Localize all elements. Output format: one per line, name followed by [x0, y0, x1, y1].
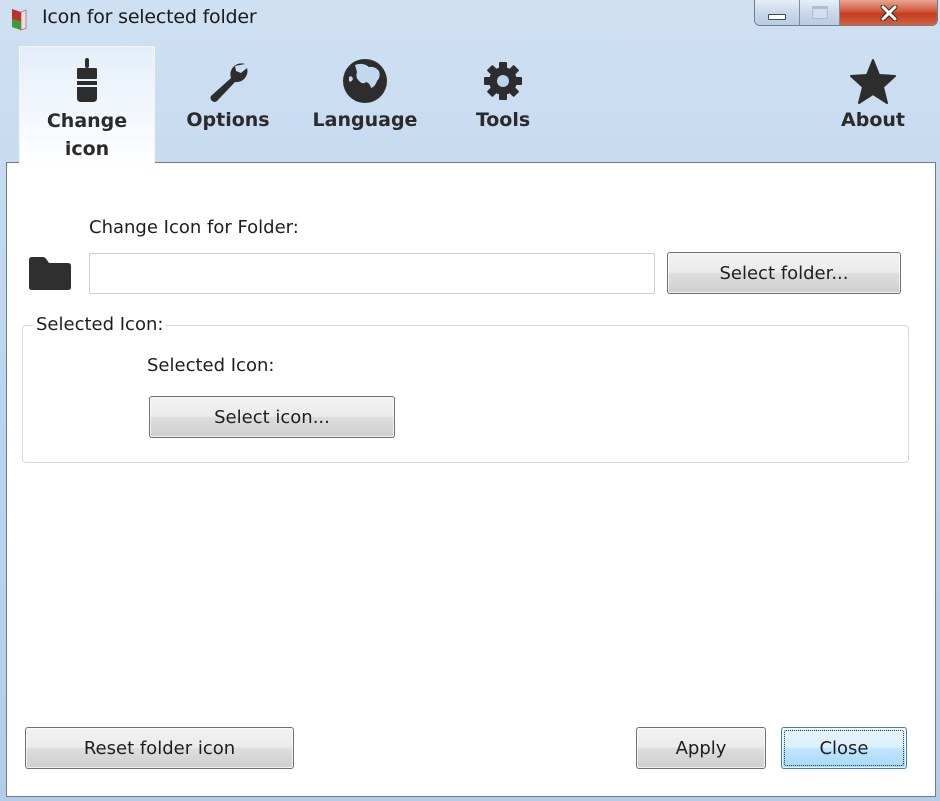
- minimize-icon: [768, 13, 786, 20]
- tab-label: About: [841, 109, 905, 131]
- folder-icon: [29, 257, 71, 290]
- window-title: Icon for selected folder: [42, 6, 257, 28]
- maximize-button[interactable]: [800, 0, 840, 25]
- wrench-icon: [203, 56, 253, 106]
- selected-icon-label: Selected Icon:: [147, 355, 275, 376]
- toolbar: Change icon Options Language Tools About: [0, 44, 940, 166]
- title-bar[interactable]: Icon for selected folder: [0, 0, 940, 36]
- tab-about[interactable]: About: [813, 44, 933, 162]
- globe-icon: [340, 56, 390, 106]
- group-title: Selected Icon:: [33, 314, 167, 335]
- folder-path-input[interactable]: [89, 253, 655, 294]
- selected-icon-group: [22, 325, 909, 463]
- tab-options[interactable]: Options: [168, 44, 288, 162]
- select-icon-button[interactable]: Select icon...: [149, 396, 395, 438]
- tab-language[interactable]: Language: [305, 44, 425, 162]
- close-window-button[interactable]: [840, 0, 937, 25]
- reset-folder-icon-button[interactable]: Reset folder icon: [25, 727, 294, 769]
- close-button[interactable]: Close: [781, 727, 907, 769]
- tab-label: Language: [312, 109, 418, 131]
- close-button-label: Close: [819, 737, 869, 759]
- apply-button[interactable]: Apply: [636, 727, 766, 769]
- paintbrush-icon: [62, 55, 112, 105]
- minimize-button[interactable]: [755, 0, 800, 25]
- folder-label: Change Icon for Folder:: [89, 217, 299, 238]
- tab-change-icon[interactable]: Change icon: [19, 46, 155, 166]
- close-icon: [880, 4, 897, 21]
- tab-label: Change icon: [46, 110, 128, 160]
- tab-label: Tools: [475, 109, 531, 131]
- tab-tools[interactable]: Tools: [443, 44, 563, 162]
- maximize-icon: [811, 6, 828, 19]
- tab-label: Options: [186, 109, 270, 131]
- app-icon: [12, 9, 27, 31]
- window-controls: [754, 0, 938, 26]
- star-icon: [848, 56, 898, 106]
- select-folder-button[interactable]: Select folder...: [667, 252, 901, 294]
- gear-icon: [478, 56, 528, 106]
